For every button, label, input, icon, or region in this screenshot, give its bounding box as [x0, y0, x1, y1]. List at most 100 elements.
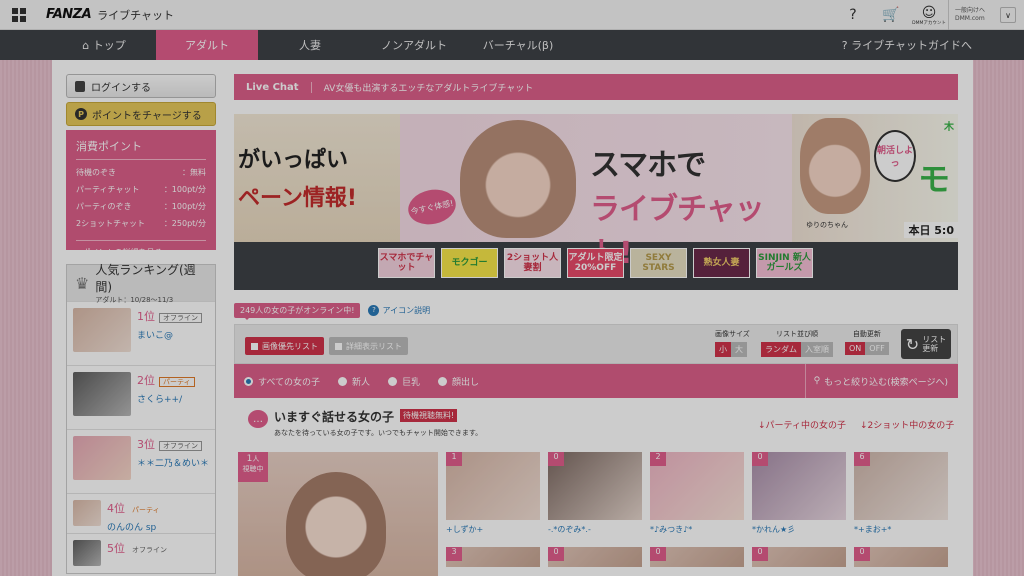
online-count: 249人の女の子がオンライン中!: [234, 302, 361, 320]
radio-icon: [244, 376, 253, 386]
ranking-title: 人気ランキング(週間): [95, 263, 196, 294]
live-chat-header: Live Chat AV女優も出演するエッチなアダルトライブチャット: [234, 74, 958, 100]
girl-card[interactable]: 0 -.*のぞみ*.- 0: [548, 452, 642, 567]
banner-thumb[interactable]: スマホでチャット: [378, 248, 435, 278]
tab-adult[interactable]: アダルト: [156, 30, 258, 60]
girl-image[interactable]: 6: [854, 452, 948, 520]
account-button[interactable]: ☺ DMMアカウント: [910, 0, 948, 30]
main-nav: ⌂ トップ アダルト 人妻 ノンアダルト バーチャル(β) ? ライブチャットガ…: [0, 30, 1024, 60]
tab-virtual[interactable]: バーチャル(β): [466, 30, 570, 60]
banner-model-image: [800, 118, 870, 214]
girl-card[interactable]: 0 *かれん★彡 0: [752, 452, 846, 567]
general-link[interactable]: 一般向けへ DMM.com: [948, 0, 1000, 30]
girl-image[interactable]: 0: [752, 452, 846, 520]
ranking-item[interactable]: 1位 オフライン まいこ@: [67, 301, 215, 365]
girl-image[interactable]: 0: [650, 547, 744, 567]
points-row: 待機のぞき ：無料: [76, 168, 206, 177]
ranking-thumbnail[interactable]: [73, 500, 101, 526]
banner-thumb[interactable]: アダルト限定20%OFF: [567, 248, 624, 278]
girl-image[interactable]: 0: [752, 547, 846, 567]
tab-married[interactable]: 人妻: [258, 30, 362, 60]
ranking-item[interactable]: 2位 パーティ さくら++/: [67, 365, 215, 429]
apps-grid-icon[interactable]: [12, 7, 26, 22]
refresh-icon: ↻: [905, 334, 920, 354]
points-row: 2ショットチャット ：250pt/分: [76, 219, 206, 228]
section-title: いますぐ話せる女の子: [274, 410, 395, 424]
banner-main-slide[interactable]: 今すぐ体感! スマホで ライブチャット!: [400, 114, 792, 271]
girl-card[interactable]: 1 +しずか+ 3: [446, 452, 540, 567]
girl-name[interactable]: *♪みつき♪*: [650, 524, 744, 535]
points-title: 消費ポイント: [76, 138, 206, 160]
refresh-list-button[interactable]: ↻ リスト 更新: [901, 329, 951, 359]
banner-thumb[interactable]: SINJIN 新人ガールズ: [756, 248, 813, 278]
ranking-panel: ♛ 人気ランキング(週間) アダルト：10/28〜11/3 1位 オフライン まいこ…: [66, 263, 216, 574]
ranking-item[interactable]: 5位 オフライン: [67, 533, 215, 573]
ranking-header: ♛ 人気ランキング(週間) アダルト：10/28〜11/3: [67, 263, 215, 304]
sort-entry-option[interactable]: 入室順: [801, 342, 833, 357]
ranking-thumbnail[interactable]: [73, 436, 131, 480]
girl-card[interactable]: 6 *+まお+* 0: [854, 452, 948, 567]
banner-thumb[interactable]: モクゴー: [441, 248, 498, 278]
filter-new[interactable]: 新人: [338, 375, 370, 388]
girl-name[interactable]: *+まお+*: [854, 524, 948, 535]
two-shot-girls-link[interactable]: ↓2ショット中の女の子: [860, 418, 954, 431]
service-name[interactable]: ライブチャット: [97, 7, 174, 23]
girls-grid: 1人 視聴中 1 +しずか+ 3 0 -.*のぞみ*.- 0 2 *♪みつき♪* …: [236, 452, 960, 576]
girl-name[interactable]: *かれん★彡: [752, 524, 846, 535]
girl-image[interactable]: 0: [548, 547, 642, 567]
radio-icon: [338, 376, 348, 386]
girl-card[interactable]: 2 *♪みつき♪* 0: [650, 452, 744, 567]
party-girls-link[interactable]: ↓パーティ中の女の子: [758, 418, 846, 431]
girl-image[interactable]: 2: [650, 452, 744, 520]
filter-busty[interactable]: 巨乳: [388, 375, 420, 388]
ranking-thumbnail[interactable]: [73, 372, 131, 416]
points-detail-link[interactable]: ▸ ポイントの詳細を見る: [76, 240, 206, 258]
cart-icon[interactable]: 🛒: [872, 0, 910, 30]
help-icon[interactable]: ?: [834, 0, 872, 30]
fanza-logo[interactable]: FANZA: [46, 7, 92, 22]
girl-name[interactable]: +しずか+: [446, 524, 540, 535]
image-list-button[interactable]: 画像優先リスト: [245, 337, 324, 355]
chevron-down-icon[interactable]: ∨: [1000, 7, 1016, 23]
question-icon: ?: [368, 304, 380, 316]
girl-image[interactable]: 0: [854, 547, 948, 567]
filter-face[interactable]: 顔出し: [438, 375, 479, 388]
ranking-item[interactable]: 3位 オフライン ＊＊二乃＆めい＊: [67, 429, 215, 493]
banner-next-slide[interactable]: ゆりのちゃん 朝活しよっ モ 木 本日 5:0: [792, 114, 958, 242]
size-large-option[interactable]: 大: [731, 342, 747, 357]
girl-image[interactable]: 1: [446, 452, 540, 520]
ranking-thumbnail[interactable]: [73, 540, 101, 566]
list-icon: [335, 342, 342, 350]
girl-image[interactable]: 3: [446, 547, 540, 567]
banner-model-image: [460, 120, 576, 238]
filter-bar: すべての女の子 新人 巨乳 顔出し ⚲ もっと絞り込む(検索ページへ): [234, 364, 958, 398]
detail-list-button[interactable]: 詳細表示リスト: [329, 337, 408, 355]
banner-thumb[interactable]: 熟女人妻: [693, 248, 750, 278]
banner-thumb[interactable]: SEXY STARS: [630, 248, 687, 278]
banner-prev-slide[interactable]: がいっぱい ペーン情報!: [234, 114, 400, 242]
girl-image[interactable]: 0: [548, 452, 642, 520]
filter-all[interactable]: すべての女の子: [244, 375, 320, 388]
tab-top[interactable]: ⌂ トップ: [52, 30, 156, 60]
more-filter-link[interactable]: ⚲ もっと絞り込む(検索ページへ): [804, 364, 948, 398]
radio-icon: [438, 376, 448, 386]
auto-off-option[interactable]: OFF: [865, 342, 889, 355]
icon-help-link[interactable]: アイコン説明: [382, 305, 430, 316]
banner-thumb[interactable]: 2ショット人妻割: [504, 248, 561, 278]
ranking-thumbnail[interactable]: [73, 308, 131, 352]
tab-non-adult[interactable]: ノンアダルト: [362, 30, 466, 60]
login-button[interactable]: ログインする: [66, 74, 216, 98]
ranking-item[interactable]: 4位 パーティ のんのん sp: [67, 493, 215, 533]
featured-girl-card[interactable]: 1人 視聴中: [238, 452, 438, 576]
girl-name[interactable]: -.*のぞみ*.-: [548, 524, 642, 535]
banner-carousel[interactable]: がいっぱい ペーン情報! 今すぐ体感! スマホで ライブチャット! ゆりのちゃん…: [234, 114, 958, 290]
size-small-option[interactable]: 小: [715, 342, 731, 357]
sort-random-option[interactable]: ランダム: [761, 342, 801, 357]
live-chat-guide-link[interactable]: ? ライブチャットガイドへ: [842, 30, 972, 60]
grid-icon: [251, 342, 258, 350]
auto-on-option[interactable]: ON: [845, 342, 866, 355]
auto-refresh-control: 自動更新 ON OFF: [845, 329, 889, 355]
page-container: ログインする P ポイントをチャージする 消費ポイント 待機のぞき ：無料 パーテ…: [52, 60, 973, 576]
charge-points-button[interactable]: P ポイントをチャージする: [66, 102, 216, 126]
search-icon: ⚲: [813, 376, 821, 386]
